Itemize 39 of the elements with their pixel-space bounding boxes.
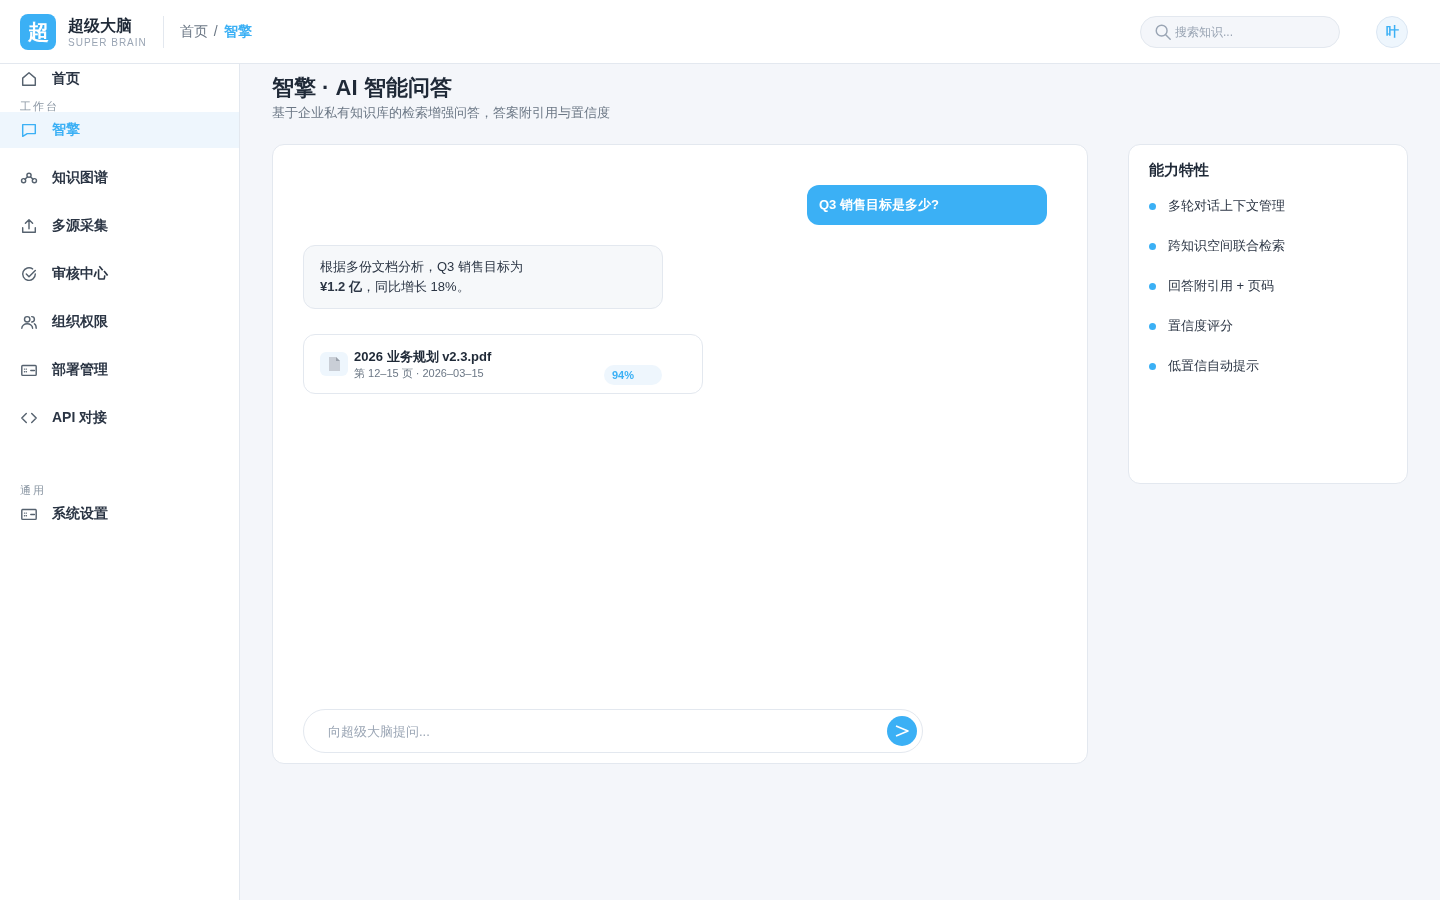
- user-message: Q3 销售目标是多少?: [807, 185, 1047, 225]
- answer-message: 根据多份文档分析，Q3 销售目标为 ¥1.2 亿，同比增长 18%。: [303, 245, 663, 309]
- sidebar-item[interactable]: 首页: [0, 64, 239, 94]
- feature-item: 跨知识空间联合检索: [1168, 237, 1285, 255]
- sidebar-item[interactable]: API 对接: [0, 400, 239, 436]
- source-title: 2026 业务规划 v2.3.pdf: [354, 347, 492, 366]
- sidebar-item[interactable]: 知识图谱: [0, 160, 239, 196]
- page-title: 智擎 · AI 智能问答: [272, 74, 453, 102]
- source-card[interactable]: 2026 业务规划 v2.3.pdf 第 12–15 页 · 2026–03–15 94%: [303, 334, 703, 394]
- breadcrumb-separator: /: [213, 22, 218, 41]
- feature-item: 回答附引用 + 页码: [1168, 277, 1274, 295]
- home-icon: [20, 70, 38, 88]
- page-subtitle: 基于企业私有知识库的检索增强问答，答案附引用与置信度: [272, 104, 611, 122]
- feature-item: 多轮对话上下文管理: [1168, 197, 1285, 215]
- sidebar-item[interactable]: 组织权限: [0, 304, 239, 340]
- section-label: 工作台: [19, 100, 60, 112]
- sidebar-item[interactable]: 多源采集: [0, 208, 239, 244]
- card-title: 能力特性: [1149, 161, 1210, 180]
- feature-item: 低置信自动提示: [1168, 357, 1259, 375]
- sidebar-item[interactable]: 审核中心: [0, 256, 239, 292]
- section-label: 通用: [19, 484, 47, 496]
- users-icon: [20, 313, 38, 331]
- logo-mark: 超: [20, 13, 56, 50]
- document-icon: [327, 356, 341, 372]
- question-input[interactable]: 向超级大脑提问...: [303, 709, 923, 753]
- confidence-badge: 94%: [604, 365, 662, 385]
- search-icon: [1154, 22, 1172, 41]
- chat-icon: [20, 121, 38, 139]
- sidebar-item[interactable]: 系统设置: [0, 496, 239, 532]
- breadcrumb-link[interactable]: 首页: [179, 22, 208, 41]
- feature-item: 置信度评分: [1168, 317, 1233, 335]
- sidebar-item[interactable]: 部署管理: [0, 352, 239, 388]
- brand-subtitle: SUPER BRAIN: [68, 36, 147, 48]
- check-circle-icon: [20, 265, 38, 283]
- upload-icon: [20, 217, 38, 235]
- send-icon: [894, 723, 910, 739]
- search-field[interactable]: 搜索知识...: [1140, 15, 1340, 48]
- source-meta: 第 12–15 页 · 2026–03–15: [354, 365, 485, 381]
- brand-name: 超级大脑: [68, 15, 133, 36]
